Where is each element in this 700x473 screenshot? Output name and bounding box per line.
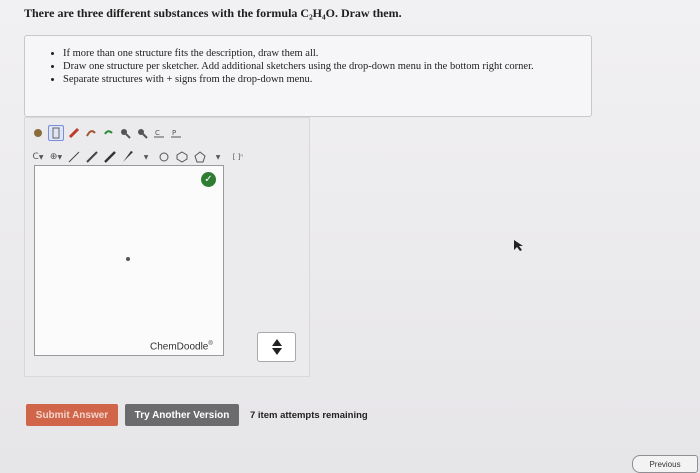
question-text: There are three different substances wit… bbox=[24, 6, 402, 21]
try-another-label: Try Another Version bbox=[134, 409, 230, 421]
template-icon[interactable]: P bbox=[169, 126, 183, 140]
chevron-down-icon: ▼ bbox=[215, 153, 221, 161]
chemdoodle-brand: ChemDoodle® bbox=[150, 341, 213, 352]
chevron-down-icon: ▼ bbox=[57, 153, 63, 161]
attempts-remaining: 7 item attempts remaining bbox=[250, 410, 368, 421]
submit-answer-label: Submit Answer bbox=[35, 409, 109, 421]
triple-bond-icon[interactable] bbox=[103, 150, 117, 164]
brand-mark: ® bbox=[208, 341, 213, 347]
single-bond-icon[interactable] bbox=[67, 150, 81, 164]
instruction-item: Separate structures with + signs from th… bbox=[63, 74, 591, 86]
svg-text:P: P bbox=[172, 129, 176, 137]
ring-dropdown[interactable]: ▼ bbox=[211, 150, 225, 164]
svg-text:C: C bbox=[155, 129, 160, 137]
undo-icon[interactable] bbox=[101, 126, 115, 140]
try-another-version-button[interactable]: Try Another Version bbox=[125, 404, 239, 426]
sketcher-count-stepper[interactable] bbox=[257, 332, 296, 362]
ring-5-icon[interactable] bbox=[193, 150, 207, 164]
submit-answer-button[interactable]: Submit Answer bbox=[26, 404, 118, 426]
zoom-in-icon[interactable] bbox=[118, 126, 132, 140]
wedge-bond-icon[interactable] bbox=[121, 150, 135, 164]
ring-6-icon[interactable] bbox=[175, 150, 189, 164]
lasso-icon[interactable] bbox=[84, 126, 98, 140]
sketcher-toolbar-bottom: C ▼ ⊕ ▼ ▼ ▼ []ⁿ bbox=[31, 148, 247, 166]
previous-label: Previous bbox=[649, 459, 681, 469]
atom-icon[interactable] bbox=[31, 126, 45, 140]
instruction-item: If more than one structure fits the desc… bbox=[63, 48, 591, 60]
clean-icon[interactable]: C bbox=[152, 126, 166, 140]
bond-dropdown[interactable]: ▼ bbox=[139, 150, 153, 164]
page: There are three different substances wit… bbox=[0, 0, 700, 473]
check-icon[interactable]: ✓ bbox=[201, 172, 216, 187]
attempts-text: 7 item attempts remaining bbox=[250, 410, 368, 421]
select-icon[interactable] bbox=[48, 125, 64, 141]
up-down-arrows-icon bbox=[271, 339, 282, 355]
zoom-out-icon[interactable] bbox=[135, 126, 149, 140]
chevron-down-icon: ▼ bbox=[38, 153, 44, 161]
drawing-canvas[interactable]: ✓ ChemDoodle® bbox=[34, 165, 224, 356]
bracket-label: [ ]ⁿ bbox=[232, 153, 244, 161]
charge-dropdown[interactable]: ⊕ ▼ bbox=[49, 150, 63, 164]
sketcher-toolbar-top: C P bbox=[31, 123, 183, 143]
chevron-down-icon: ▼ bbox=[143, 153, 149, 161]
instructions-box: If more than one structure fits the desc… bbox=[24, 35, 592, 117]
canvas-point bbox=[126, 257, 130, 261]
mouse-cursor-icon bbox=[514, 237, 523, 256]
eraser-icon[interactable] bbox=[67, 126, 81, 140]
instruction-item: Draw one structure per sketcher. Add add… bbox=[63, 61, 591, 73]
ring-3-icon[interactable] bbox=[157, 150, 171, 164]
double-bond-icon[interactable] bbox=[85, 150, 99, 164]
previous-button[interactable]: Previous bbox=[632, 455, 698, 473]
charge-icon: ⊕ bbox=[49, 152, 58, 162]
bracket-tool[interactable]: [ ]ⁿ bbox=[229, 150, 247, 164]
element-dropdown[interactable]: C ▼ bbox=[31, 150, 45, 164]
instructions-list: If more than one structure fits the desc… bbox=[25, 48, 591, 86]
question-text-content: There are three different substances wit… bbox=[24, 6, 402, 20]
brand-text: ChemDoodle bbox=[150, 341, 209, 353]
